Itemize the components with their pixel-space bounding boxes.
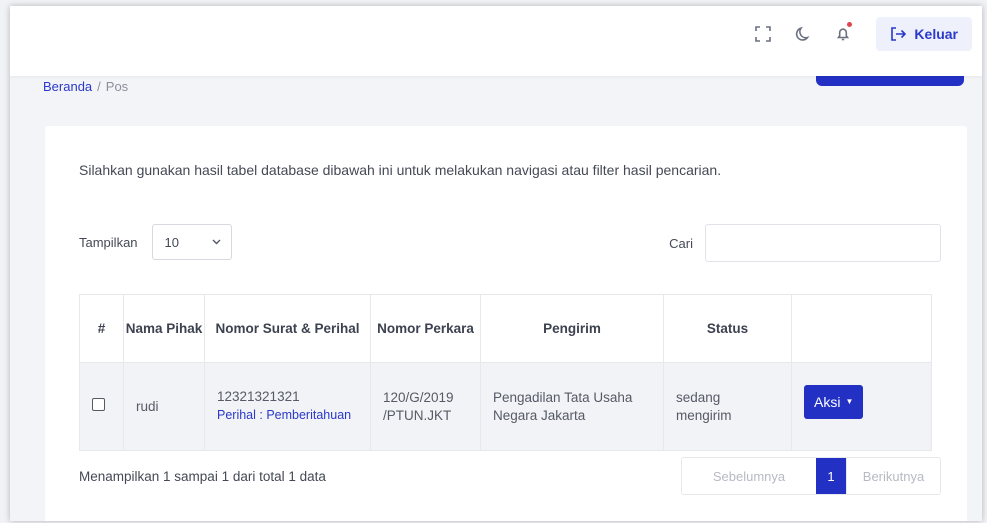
breadcrumb: Beranda / Pos xyxy=(43,79,128,94)
logout-icon xyxy=(891,27,907,41)
table-card: Silahkan gunakan hasil tabel database di… xyxy=(45,126,967,521)
page-length-value: 10 xyxy=(164,234,179,250)
search-label: Cari xyxy=(669,235,693,251)
column-header-status[interactable]: Status xyxy=(663,294,792,363)
column-header-number[interactable]: # xyxy=(79,294,124,363)
top-navbar: Keluar xyxy=(10,6,982,76)
column-header-actions xyxy=(791,294,932,363)
nomor-surat-value: 12321321321 xyxy=(217,389,300,404)
notification-bell-icon[interactable] xyxy=(832,22,854,45)
column-header-nama-pihak[interactable]: Nama Pihak xyxy=(123,294,205,363)
page-length-select[interactable]: 10 xyxy=(151,224,232,260)
perihal-link[interactable]: Perihal : Pemberitahuan xyxy=(217,406,370,425)
pengirim-cell: Pengadilan Tata Usaha Negara Jakarta xyxy=(480,362,664,451)
breadcrumb-current: Pos xyxy=(105,79,129,94)
breadcrumb-home-link[interactable]: Beranda xyxy=(43,79,92,94)
column-header-nomor-surat[interactable]: Nomor Surat & Perihal xyxy=(204,294,371,363)
actions-cell: Aksi ▼ xyxy=(791,362,932,451)
aksi-label: Aksi xyxy=(814,394,841,410)
navbar-actions: Keluar xyxy=(752,16,972,52)
intro-text: Silahkan gunakan hasil tabel database di… xyxy=(79,162,722,178)
search-input[interactable] xyxy=(705,224,941,262)
breadcrumb-separator: / xyxy=(97,79,101,94)
aksi-dropdown-button[interactable]: Aksi ▼ xyxy=(804,385,864,419)
nomor-perkara-cell: 120/G/2019 /PTUN.JKT xyxy=(370,362,481,451)
page-length-control: Tampilkan 10 xyxy=(79,224,232,260)
page-length-label: Tampilkan xyxy=(79,234,138,250)
nomor-surat-cell: 12321321321 Perihal : Pemberitahuan xyxy=(204,362,371,451)
pagination-page-1[interactable]: 1 xyxy=(816,458,846,494)
row-checkbox[interactable] xyxy=(92,397,105,411)
table-info-text: Menampilkan 1 sampai 1 dari total 1 data xyxy=(79,469,326,484)
column-header-pengirim[interactable]: Pengirim xyxy=(480,294,664,363)
table-header-row: # Nama Pihak Nomor Surat & Perihal Nomor… xyxy=(79,294,932,363)
pagination-previous-button[interactable]: Sebelumnya xyxy=(682,458,816,494)
status-cell: sedang mengirim xyxy=(663,362,792,451)
pagination: Sebelumnya 1 Berikutnya xyxy=(681,457,941,495)
logout-label: Keluar xyxy=(914,26,958,42)
chevron-down-icon xyxy=(212,239,221,245)
search-control: Cari xyxy=(669,224,941,262)
pagination-next-button[interactable]: Berikutnya xyxy=(846,458,940,494)
row-checkbox-cell xyxy=(79,362,124,451)
app-window: Keluar Beranda / Pos Silahkan gunakan hasi… xyxy=(10,6,982,521)
dark-mode-moon-icon[interactable] xyxy=(792,23,814,45)
caret-down-icon: ▼ xyxy=(845,397,854,406)
nama-pihak-cell: rudi xyxy=(123,362,205,451)
fullscreen-icon[interactable] xyxy=(752,23,774,45)
column-header-nomor-perkara[interactable]: Nomor Perkara xyxy=(370,294,481,363)
data-table: # Nama Pihak Nomor Surat & Perihal Nomor… xyxy=(79,294,932,451)
logout-button[interactable]: Keluar xyxy=(876,17,972,51)
notification-dot xyxy=(847,22,853,27)
table-row: rudi 12321321321 Perihal : Pemberitahuan… xyxy=(79,362,932,451)
